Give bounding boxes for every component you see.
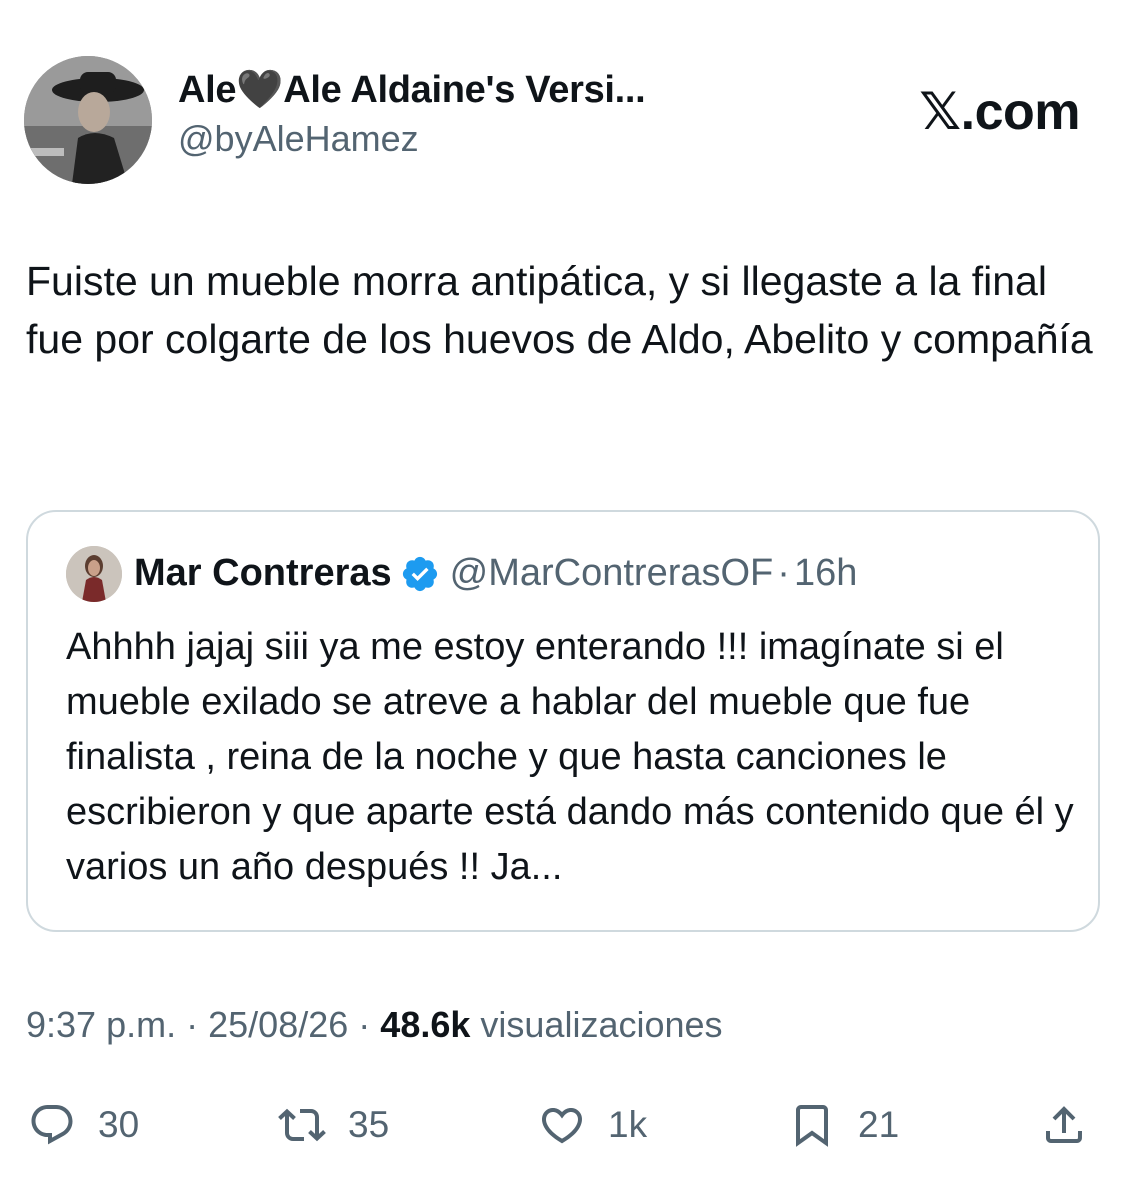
author-handle[interactable]: @byAleHamez — [178, 118, 419, 160]
quoted-author-handle[interactable]: @MarContrerasOF — [450, 552, 774, 595]
share-button[interactable] — [1040, 1098, 1088, 1152]
tweet-text: Fuiste un mueble morra antipática, y si … — [26, 258, 1093, 362]
quoted-author-name[interactable]: Mar Contreras — [134, 552, 392, 595]
tweet-time[interactable]: 9:37 p.m. — [26, 1004, 176, 1045]
tweet-meta: 9:37 p.m. · 25/08/26 · 48.6k visualizaci… — [26, 1004, 723, 1046]
like-count: 1k — [608, 1104, 648, 1145]
quoted-tweet-age: 16h — [793, 552, 858, 594]
quoted-tweet-text: Ahhhh jajaj siii ya me estoy enterando !… — [66, 626, 1074, 888]
reply-button[interactable]: 30 — [28, 1098, 139, 1152]
quoted-tweet-card[interactable]: Mar Contreras @MarContrerasOF · 16h Ahhh… — [26, 510, 1100, 932]
author-display-name[interactable]: Ale🖤Ale Aldaine's Versi... — [178, 68, 646, 112]
meta-separator: · — [186, 1004, 199, 1045]
quoted-separator: · — [777, 552, 790, 594]
views-label: visualizaciones — [480, 1004, 723, 1045]
views-count: 48.6k — [380, 1004, 471, 1045]
like-button[interactable]: 1k — [538, 1098, 647, 1152]
like-icon — [538, 1101, 586, 1149]
author-avatar[interactable] — [24, 56, 152, 184]
repost-icon — [278, 1101, 326, 1149]
bookmark-icon — [788, 1101, 836, 1149]
reply-icon — [28, 1101, 76, 1149]
repost-button[interactable]: 35 — [278, 1098, 389, 1152]
meta-separator-2: · — [358, 1004, 371, 1045]
share-icon — [1040, 1101, 1088, 1149]
quoted-tweet-header: Mar Contreras @MarContrerasOF · 16h — [134, 552, 857, 595]
bookmark-button[interactable]: 21 — [788, 1098, 899, 1152]
reply-count: 30 — [98, 1104, 140, 1145]
tweet-date[interactable]: 25/08/26 — [208, 1004, 348, 1045]
repost-count: 35 — [348, 1104, 390, 1145]
brand-label: 𝕏.com — [919, 83, 1080, 141]
quoted-author-avatar[interactable] — [66, 546, 122, 602]
verified-badge-icon — [400, 554, 440, 594]
bookmark-count: 21 — [858, 1104, 900, 1145]
